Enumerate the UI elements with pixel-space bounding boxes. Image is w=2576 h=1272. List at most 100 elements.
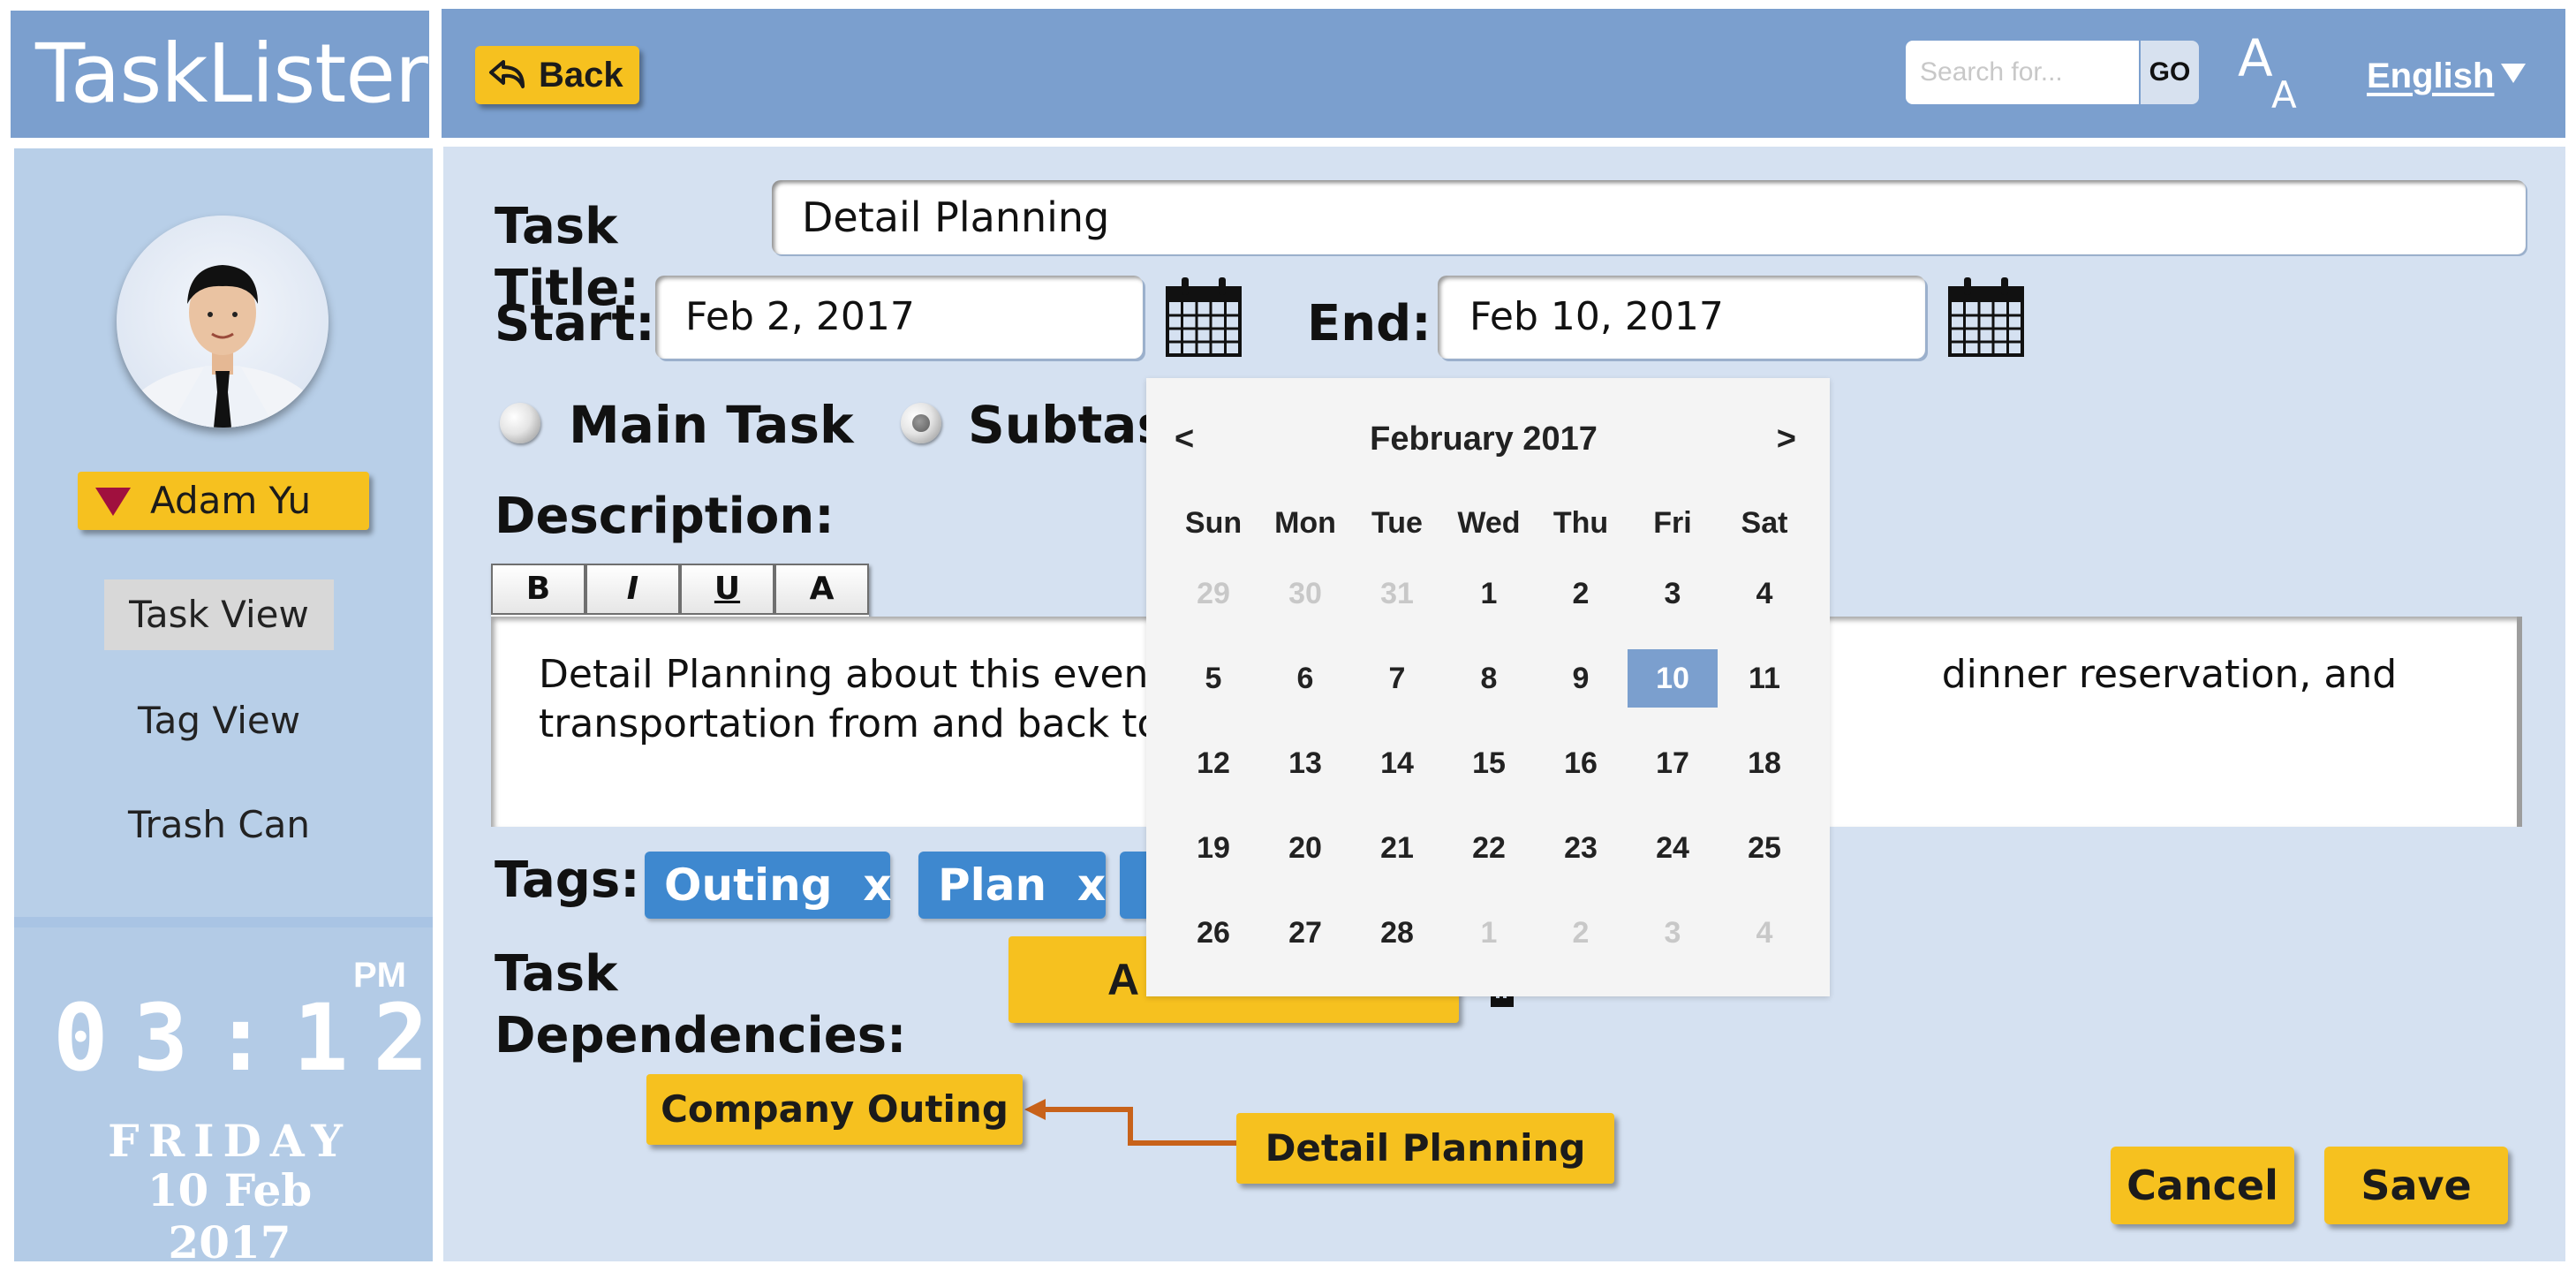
calendar-day-number[interactable]: 19 (1168, 819, 1258, 877)
calendar-day-number[interactable]: 1 (1444, 564, 1534, 623)
calendar-day[interactable]: 17 (1627, 721, 1719, 806)
calendar-icon[interactable] (1946, 274, 2026, 359)
calendar-day-number[interactable]: 2 (1536, 564, 1626, 623)
italic-button[interactable]: I (585, 564, 680, 615)
calendar-day-number[interactable]: 13 (1260, 734, 1350, 792)
calendar-day[interactable]: 4 (1719, 551, 1810, 636)
start-date-value[interactable]: Feb 2, 2017 (685, 276, 1127, 359)
calendar-day-number[interactable]: 28 (1352, 904, 1442, 962)
user-name[interactable]: Adam Yu (150, 472, 362, 530)
next-month-button[interactable]: > (1761, 417, 1796, 461)
calendar-day-number[interactable]: 16 (1536, 734, 1626, 792)
calendar-day-number[interactable]: 12 (1168, 734, 1258, 792)
dependency-node-parent[interactable]: Company Outing (646, 1074, 1023, 1145)
calendar-day[interactable]: 16 (1535, 721, 1627, 806)
calendar-day-number[interactable]: 29 (1168, 564, 1258, 623)
calendar-day[interactable]: 5 (1167, 636, 1259, 721)
font-size-icon[interactable]: A A (2238, 28, 2308, 117)
calendar-day[interactable]: 1 (1443, 551, 1535, 636)
search-go-button[interactable]: GO (2141, 41, 2199, 104)
calendar-day-number[interactable]: 15 (1444, 734, 1534, 792)
calendar-day-number[interactable]: 3 (1628, 904, 1718, 962)
calendar-day-number[interactable]: 4 (1719, 904, 1809, 962)
calendar-day[interactable]: 12 (1167, 721, 1259, 806)
calendar-day-number[interactable]: 27 (1260, 904, 1350, 962)
end-date-value[interactable]: Feb 10, 2017 (1469, 276, 1911, 359)
calendar-day[interactable]: 24 (1627, 806, 1719, 890)
calendar-day-number[interactable]: 3 (1628, 564, 1718, 623)
calendar-day-number[interactable]: 5 (1168, 649, 1258, 708)
calendar-day[interactable]: 28 (1351, 890, 1443, 975)
tag-chip-plan[interactable]: Plan x (918, 852, 1106, 919)
calendar-day-number[interactable]: 4 (1719, 564, 1809, 623)
font-color-button[interactable]: A (774, 564, 869, 615)
calendar-day-number[interactable]: 25 (1719, 819, 1809, 877)
calendar-day[interactable]: 18 (1719, 721, 1810, 806)
calendar-day[interactable]: 21 (1351, 806, 1443, 890)
back-button-label[interactable]: Back (539, 46, 636, 104)
back-arrow-icon[interactable] (487, 55, 532, 95)
calendar-day[interactable]: 3 (1627, 551, 1719, 636)
calendar-day[interactable]: 4 (1719, 890, 1810, 975)
calendar-day-number[interactable]: 1 (1444, 904, 1534, 962)
tag-chip-outing[interactable]: Outing x (645, 852, 892, 919)
calendar-day-number[interactable]: 24 (1628, 819, 1718, 877)
bold-button[interactable]: B (491, 564, 585, 615)
calendar-day[interactable]: 14 (1351, 721, 1443, 806)
calendar-day[interactable]: 31 (1351, 551, 1443, 636)
underline-button[interactable]: U (680, 564, 774, 615)
sidebar-item-tag-view[interactable]: Tag View (104, 685, 334, 756)
dropdown-arrow-icon[interactable] (2501, 64, 2526, 83)
calendar-day[interactable]: 29 (1167, 551, 1259, 636)
calendar-day[interactable]: 9 (1535, 636, 1627, 721)
calendar-day[interactable]: 1 (1443, 890, 1535, 975)
calendar-day-number[interactable]: 26 (1168, 904, 1258, 962)
language-select[interactable]: English (2367, 51, 2494, 101)
calendar-day[interactable]: 30 (1259, 551, 1351, 636)
calendar-day[interactable]: 27 (1259, 890, 1351, 975)
calendar-day[interactable]: 26 (1167, 890, 1259, 975)
dependency-node-current[interactable]: Detail Planning (1236, 1113, 1614, 1184)
calendar-day[interactable]: 7 (1351, 636, 1443, 721)
calendar-day[interactable]: 6 (1259, 636, 1351, 721)
calendar-day[interactable]: 13 (1259, 721, 1351, 806)
calendar-day-number[interactable]: 11 (1719, 649, 1809, 708)
search-input[interactable] (1918, 41, 2139, 104)
prev-month-button[interactable]: < (1175, 417, 1210, 461)
calendar-day-number[interactable]: 7 (1352, 649, 1442, 708)
calendar-day[interactable]: 19 (1167, 806, 1259, 890)
main-task-radio[interactable] (500, 403, 540, 443)
main-task-label[interactable]: Main Task (569, 394, 869, 456)
calendar-day[interactable]: 2 (1535, 551, 1627, 636)
calendar-day[interactable]: 15 (1443, 721, 1535, 806)
calendar-day-number[interactable]: 8 (1444, 649, 1534, 708)
calendar-day-number[interactable]: 31 (1352, 564, 1442, 623)
calendar-day[interactable]: 20 (1259, 806, 1351, 890)
calendar-day-number[interactable]: 6 (1260, 649, 1350, 708)
calendar-day-number[interactable]: 17 (1628, 734, 1718, 792)
calendar-day[interactable]: 22 (1443, 806, 1535, 890)
cancel-button[interactable]: Cancel (2111, 1147, 2294, 1224)
calendar-day[interactable]: 25 (1719, 806, 1810, 890)
caret-down-icon[interactable] (95, 488, 131, 516)
calendar-day[interactable]: 8 (1443, 636, 1535, 721)
calendar-icon[interactable] (1164, 274, 1243, 359)
calendar-day-number[interactable]: 22 (1444, 819, 1534, 877)
calendar-day-number[interactable]: 20 (1260, 819, 1350, 877)
avatar[interactable] (117, 216, 329, 428)
calendar-day-number[interactable]: 2 (1536, 904, 1626, 962)
task-title-value[interactable]: Detail Planning (802, 180, 2480, 254)
calendar-day-number[interactable]: 30 (1260, 564, 1350, 623)
calendar-day-number[interactable]: 21 (1352, 819, 1442, 877)
calendar-day[interactable]: 2 (1535, 890, 1627, 975)
sidebar-item-task-view[interactable]: Task View (104, 579, 334, 650)
save-button[interactable]: Save (2324, 1147, 2508, 1224)
calendar-day[interactable]: 11 (1719, 636, 1810, 721)
calendar-day-number[interactable]: 10 (1628, 649, 1718, 708)
calendar-day-number[interactable]: 23 (1536, 819, 1626, 877)
calendar-day[interactable]: 3 (1627, 890, 1719, 975)
calendar-day[interactable]: 23 (1535, 806, 1627, 890)
calendar-day-number[interactable]: 18 (1719, 734, 1809, 792)
sidebar-item-trash-can[interactable]: Trash Can (104, 790, 334, 860)
calendar-day-number[interactable]: 14 (1352, 734, 1442, 792)
